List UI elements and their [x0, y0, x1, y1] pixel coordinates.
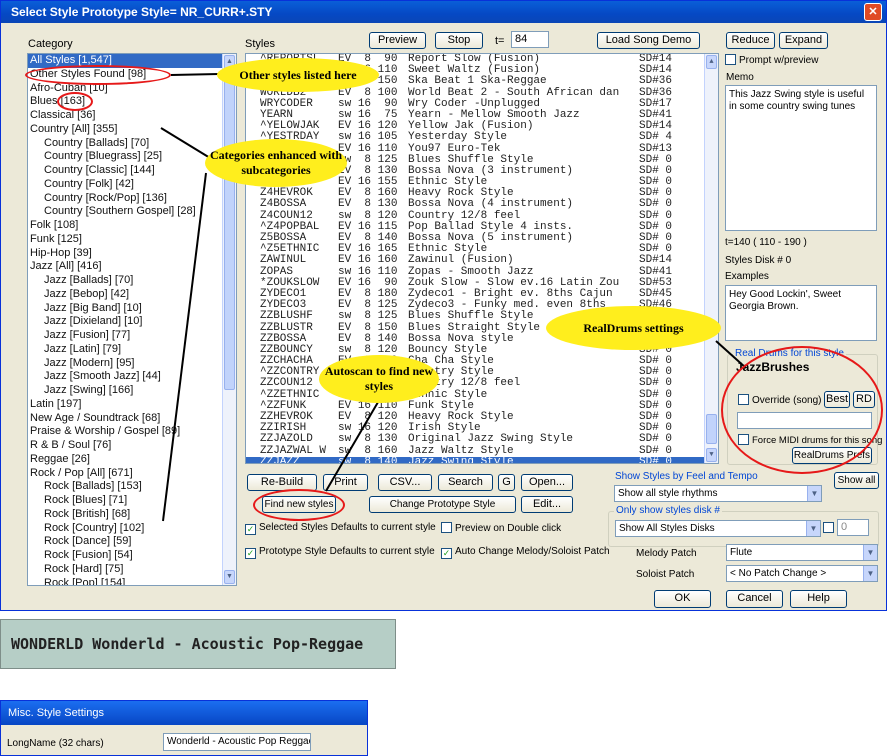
misc-style-settings: Misc. Style Settings LongName (32 chars)… [0, 700, 368, 756]
callout-other-styles: Other styles listed here [217, 58, 379, 92]
longname-input[interactable]: Wonderld - Acoustic Pop Reggae [163, 733, 311, 751]
find-new-highlight [253, 489, 345, 521]
callout-autoscan: Autoscan to find new styles [319, 355, 439, 403]
blues-highlight [57, 92, 93, 111]
select-style-dialog: Select Style Prototype Style= NR_CURR+.S… [0, 0, 887, 611]
other-styles-highlight [25, 65, 171, 85]
longname-label: LongName (32 chars) [7, 738, 104, 749]
callout-realdrums: RealDrums settings [546, 306, 721, 350]
callout-categories: Categories enhanced with subcategories [205, 139, 347, 187]
realdrums-highlight [721, 346, 883, 474]
longname-display: WONDERLD Wonderld - Acoustic Pop-Reggae [0, 619, 396, 669]
annotation-lines [160, 73, 747, 522]
misc-title: Misc. Style Settings [1, 701, 367, 725]
